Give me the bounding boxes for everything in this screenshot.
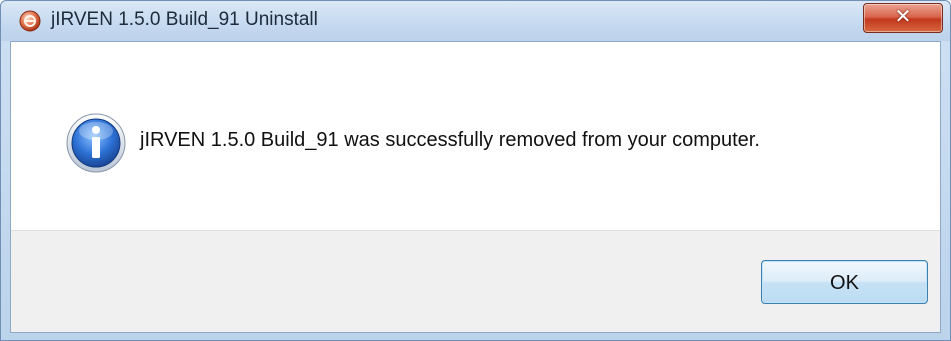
close-icon: ✕ (894, 6, 912, 28)
button-panel: OK (11, 230, 940, 332)
ok-button[interactable]: OK (761, 260, 928, 304)
uninstall-dialog-window: jIRVEN 1.5.0 Build_91 Uninstall ✕ jIRVEN… (0, 0, 951, 341)
installer-app-icon (19, 10, 41, 32)
close-button[interactable]: ✕ (863, 3, 943, 33)
info-icon (66, 113, 126, 173)
success-message: jIRVEN 1.5.0 Build_91 was successfully r… (140, 129, 760, 151)
dialog-client-area: jIRVEN 1.5.0 Build_91 was successfully r… (10, 41, 941, 333)
window-title: jIRVEN 1.5.0 Build_91 Uninstall (51, 9, 318, 30)
message-panel: jIRVEN 1.5.0 Build_91 was successfully r… (11, 42, 940, 230)
title-bar[interactable]: jIRVEN 1.5.0 Build_91 Uninstall ✕ (1, 1, 950, 41)
